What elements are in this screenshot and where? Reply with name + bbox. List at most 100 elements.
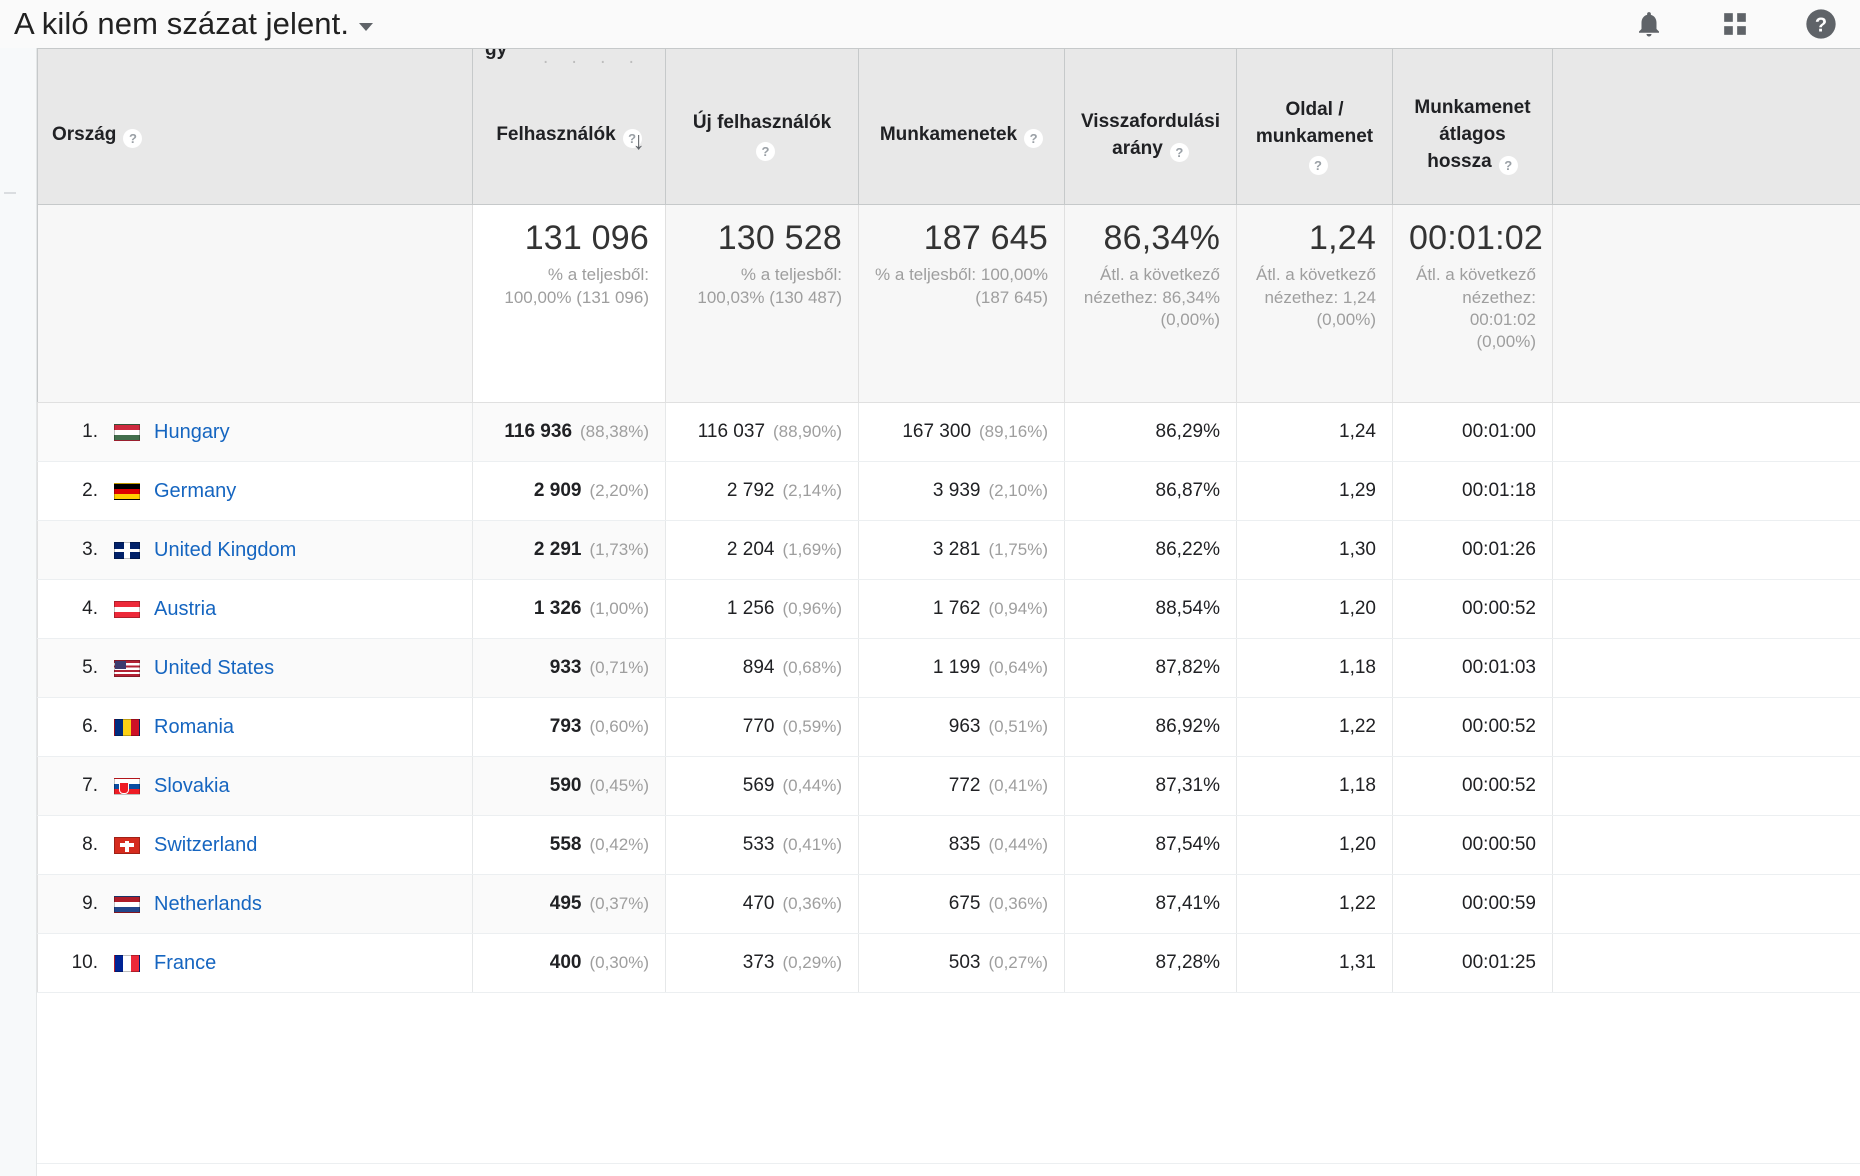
row-new-users-percent: (0,96%)	[782, 599, 842, 618]
column-header-sessions[interactable]: Munkamenetek?	[858, 67, 1065, 205]
row-cell-users: 793 (0,60%)	[472, 697, 666, 757]
column-header-pages-per-session[interactable]: Oldal / munkamenet?	[1236, 67, 1393, 205]
summary-bounce-rate-value: 86,34%	[1103, 219, 1220, 257]
row-sessions-percent: (89,16%)	[979, 422, 1048, 441]
row-cell-pages-per-session: 1,31	[1236, 933, 1393, 993]
country-link[interactable]: United States	[154, 657, 274, 680]
row-cell-pages-per-session: 1,30	[1236, 520, 1393, 580]
row-bounce-rate-value: 86,87%	[1155, 480, 1220, 501]
group-cell-6	[1392, 48, 1553, 68]
country-flag-icon	[114, 895, 140, 913]
row-cell-sessions: 1 762 (0,94%)	[858, 579, 1065, 639]
row-pages-per-session-value: 1,22	[1339, 893, 1376, 914]
row-cell-avg-session-duration: 00:01:26	[1392, 520, 1553, 580]
row-new-users-value: 2 792	[726, 480, 775, 501]
chevron-down-icon[interactable]	[359, 23, 374, 31]
row-rank: 4.	[82, 598, 98, 619]
column-header-users[interactable]: Felhasználók? ↓	[472, 67, 666, 205]
country-link[interactable]: Austria	[154, 598, 216, 621]
table-row[interactable]: 5. United States 933 (0,71%) 894 (0,68%) 1 199…	[37, 638, 1860, 698]
country-link[interactable]: United Kingdom	[154, 539, 296, 562]
row-cell-cutoff	[1552, 697, 1860, 757]
row-new-users-percent: (0,29%)	[782, 953, 842, 972]
country-link[interactable]: Romania	[154, 716, 234, 739]
row-cell-users: 1 326 (1,00%)	[472, 579, 666, 639]
row-sessions-percent: (0,36%)	[988, 894, 1048, 913]
row-new-users-value: 116 037	[697, 421, 766, 442]
help-question-icon[interactable]: ?	[1024, 129, 1044, 149]
summary-new-users-sub: % a teljesből: 100,03% (130 487)	[697, 265, 842, 307]
summary-bounce-rate-sub: Átl. a következő nézethez: 86,34% (0,00%…	[1083, 265, 1220, 329]
row-cell-new-users: 569 (0,44%)	[665, 756, 859, 816]
row-users-percent: (1,73%)	[589, 540, 649, 559]
help-question-icon[interactable]: ?	[123, 129, 143, 149]
column-header-avg-session-duration[interactable]: Munkamenet átlagos hossza?	[1392, 67, 1553, 205]
summary-cell-bounce-rate: 86,34% Átl. a következő nézethez: 86,34%…	[1064, 204, 1237, 403]
row-bounce-rate-value: 86,92%	[1155, 716, 1220, 737]
country-link[interactable]: Hungary	[154, 421, 230, 444]
row-cell-bounce-rate: 87,41%	[1064, 874, 1237, 934]
table-row[interactable]: 8. Switzerland 558 (0,42%) 533 (0,41%) 835 (0,4…	[37, 815, 1860, 875]
country-link[interactable]: Switzerland	[154, 834, 257, 857]
country-flag-icon	[114, 718, 140, 736]
apps-grid-icon[interactable]	[1718, 7, 1752, 41]
sort-descending-arrow-icon[interactable]: ↓	[633, 128, 646, 154]
notifications-bell-icon[interactable]	[1632, 7, 1666, 41]
row-cell-sessions: 772 (0,41%)	[858, 756, 1065, 816]
row-bounce-rate-value: 87,82%	[1155, 657, 1220, 678]
summary-cell-new-users: 130 528 % a teljesből: 100,03% (130 487)	[665, 204, 859, 403]
row-cell-pages-per-session: 1,22	[1236, 697, 1393, 757]
country-link[interactable]: Slovakia	[154, 775, 230, 798]
table-row[interactable]: 1. Hungary 116 936 (88,38%) 116 037 (88,90%) 1…	[37, 402, 1860, 462]
row-users-value: 1 326	[533, 598, 582, 619]
country-link[interactable]: Germany	[154, 480, 236, 503]
help-question-icon[interactable]: ?	[1804, 7, 1838, 41]
row-cell-new-users: 2 792 (2,14%)	[665, 461, 859, 521]
row-cell-cutoff	[1552, 874, 1860, 934]
help-question-icon[interactable]: ?	[756, 142, 775, 162]
row-cell-avg-session-duration: 00:00:52	[1392, 756, 1553, 816]
country-flag-icon	[114, 777, 140, 795]
help-question-icon[interactable]: ?	[1308, 155, 1328, 175]
row-cell-cutoff	[1552, 402, 1860, 462]
table-row[interactable]: 3. United Kingdom 2 291 (1,73%) 2 204 (1,69%)…	[37, 520, 1860, 580]
country-link[interactable]: Netherlands	[154, 893, 262, 916]
row-sessions-percent: (2,10%)	[988, 481, 1048, 500]
row-rank: 3.	[82, 539, 98, 560]
row-cell-new-users: 373 (0,29%)	[665, 933, 859, 993]
column-header-cutoff[interactable]	[1552, 67, 1860, 205]
column-header-bounce-rate[interactable]: Visszafordulási arány?	[1064, 67, 1237, 205]
table-row[interactable]: 2. Germany 2 909 (2,20%) 2 792 (2,14%) 3 939 (2…	[37, 461, 1860, 521]
row-users-percent: (1,00%)	[589, 599, 649, 618]
row-sessions-percent: (0,27%)	[988, 953, 1048, 972]
row-sessions-value: 503	[948, 952, 981, 973]
table-row[interactable]: 4. Austria 1 326 (1,00%) 1 256 (0,96%) 1 762 (0…	[37, 579, 1860, 639]
table-row[interactable]: 10. France 400 (0,30%) 373 (0,29%) 503 (0,27%) 8…	[37, 933, 1860, 993]
row-cell-country: 1. Hungary	[37, 402, 473, 462]
table-row[interactable]: 6. Romania 793 (0,60%) 770 (0,59%) 963 (0,51%) 8…	[37, 697, 1860, 757]
row-new-users-value: 2 204	[726, 539, 775, 560]
summary-cell-cutoff	[1552, 204, 1860, 403]
column-header-country[interactable]: Ország?	[37, 67, 473, 205]
top-bar: A kiló nem százat jelent. ?	[0, 0, 1860, 48]
row-cell-users: 400 (0,30%)	[472, 933, 666, 993]
row-users-value: 590	[549, 775, 582, 796]
help-question-icon[interactable]: ?	[1498, 156, 1518, 176]
table-header-row: Ország? Felhasználók? ↓ Új felhasználók?…	[37, 67, 1860, 205]
row-cell-pages-per-session: 1,18	[1236, 756, 1393, 816]
summary-pages-per-session-value: 1,24	[1309, 219, 1376, 257]
row-pages-per-session-value: 1,18	[1339, 657, 1376, 678]
country-link[interactable]: France	[154, 952, 216, 975]
table-row[interactable]: 9. Netherlands 495 (0,37%) 470 (0,36%) 675 (0,3…	[37, 874, 1860, 934]
row-cell-bounce-rate: 87,54%	[1064, 815, 1237, 875]
row-cell-users: 2 909 (2,20%)	[472, 461, 666, 521]
country-report-table-container: gy . . . . . Ország? Felhasználók? ↓ Új …	[37, 48, 1860, 1176]
row-new-users-percent: (0,41%)	[782, 835, 842, 854]
table-row[interactable]: 7. Slovakia 590 (0,45%) 569 (0,44%) 772 (0,41%)…	[37, 756, 1860, 816]
row-cell-new-users: 2 204 (1,69%)	[665, 520, 859, 580]
help-question-icon[interactable]: ?	[1169, 142, 1189, 162]
top-bar-actions: ?	[1632, 0, 1838, 48]
row-cell-sessions: 675 (0,36%)	[858, 874, 1065, 934]
column-header-new-users[interactable]: Új felhasználók?	[665, 67, 859, 205]
report-title-selector[interactable]: A kiló nem százat jelent.	[14, 6, 374, 42]
